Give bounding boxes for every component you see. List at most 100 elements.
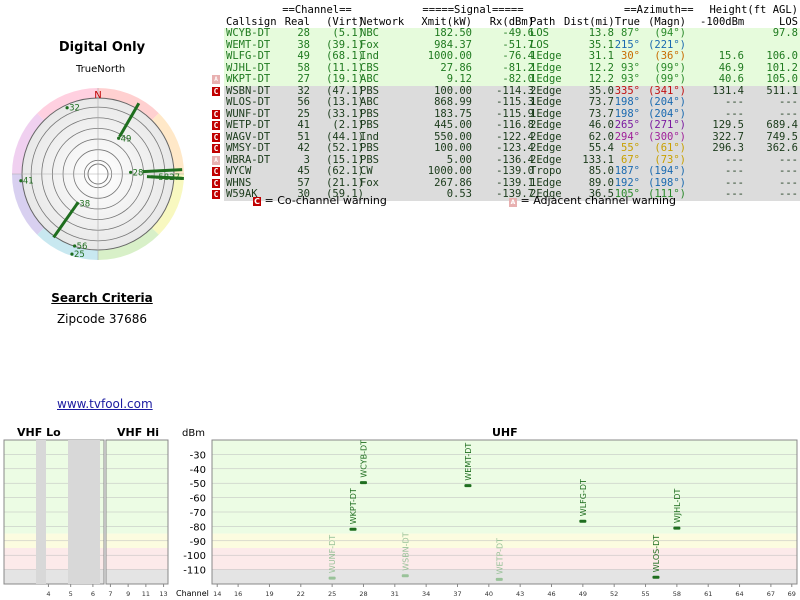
x-tick-label: 69 <box>788 590 796 598</box>
cell-rx: -76.4 <box>502 50 534 62</box>
station-callsign-label: WLFG-DT <box>579 479 588 516</box>
station-callsign-label: WLOS-DT <box>652 535 661 573</box>
x-tick-label: 34 <box>422 590 430 598</box>
cell-h100: 296.3 <box>712 142 744 154</box>
y-tick-label: -40 <box>190 465 206 476</box>
azimuth-group-header: ==Azimuth== <box>624 4 694 16</box>
x-tick-label: 22 <box>297 590 305 598</box>
co-channel-flag-icon: C <box>212 167 220 176</box>
cell-network: PBS <box>360 142 379 154</box>
zipcode-text: Zipcode 37686 <box>56 312 148 326</box>
cell-dist: 85.0 <box>588 165 614 177</box>
north-letter: N <box>94 90 101 101</box>
search-criteria-title: Search Criteria <box>51 291 153 305</box>
cell-real: 41 <box>297 119 310 131</box>
cell-los: --- <box>779 165 798 177</box>
cell-rx: -139.0 <box>496 165 534 177</box>
station-table: ==Channel== =====Signal===== ==Azimuth== He… <box>200 4 800 201</box>
cell-true: 30° <box>621 50 640 62</box>
station-callsign-label: WETP-DT <box>495 538 504 575</box>
signal-zone-none <box>106 569 168 584</box>
table-row: C WMSY-DT 42 (52.1) PBS 100.00 -123.4 2Edge 55.4… <box>200 142 800 155</box>
x-tick-label: 43 <box>516 590 524 598</box>
signal-zone-weak <box>106 548 168 570</box>
table-row: WLFG-DT 49 (68.1) Ind 1000.00 -76.4 1Edge 31.1 3… <box>200 50 800 63</box>
cell-magn: (271°) <box>648 119 686 131</box>
co-channel-flag-icon: C <box>212 144 220 153</box>
cell-real: 27 <box>297 73 310 85</box>
cell-real: 28 <box>297 27 310 39</box>
cell-xmit: 100.00 <box>434 142 472 154</box>
cell-virt: (68.1) <box>326 50 364 62</box>
station-signal-bar <box>464 484 472 488</box>
cell-dist: 12.2 <box>588 73 614 85</box>
vhf-lo-label: VHF Lo <box>17 426 61 439</box>
cell-los: --- <box>779 188 798 200</box>
y-tick-label: -70 <box>190 508 206 519</box>
cell-xmit: 0.53 <box>446 188 472 200</box>
station-signal-bar <box>673 526 681 530</box>
x-tick-label: 46 <box>547 590 555 598</box>
x-tick-label: 13 <box>159 590 167 598</box>
x-tick-label: 40 <box>485 590 493 598</box>
cell-true: 265° <box>614 119 640 131</box>
co-channel-legend: C = Co-channel warning <box>253 194 387 207</box>
station-channel-label: 32 <box>69 104 80 114</box>
cell-xmit: 182.50 <box>434 27 472 39</box>
cell-network: ABC <box>360 73 379 85</box>
fm-gap-shade <box>36 440 46 584</box>
signal-group-header: =====Signal===== <box>422 4 524 16</box>
fm-band-shade <box>68 440 100 584</box>
x-tick-label: 7 <box>108 590 112 598</box>
cell-real: 45 <box>297 165 310 177</box>
cell-magn: (61°) <box>654 142 686 154</box>
x-tick-label: 25 <box>328 590 336 598</box>
co-channel-flag-icon: C <box>212 86 220 96</box>
station-channel-label: 49 <box>121 134 132 144</box>
cell-h100: 15.6 <box>718 50 744 62</box>
cell-xmit: 1000.00 <box>427 50 472 62</box>
table-row: C WETP-DT 41 (2.1) PBS 445.00 -116.8 2Edge 46.0 2… <box>200 119 800 132</box>
cell-xmit: 445.00 <box>434 119 472 131</box>
x-tick-label: 61 <box>704 590 712 598</box>
cell-dist: 13.8 <box>588 27 614 39</box>
cell-real: 49 <box>297 50 310 62</box>
cell-true: 93° <box>621 73 640 85</box>
cell-los: --- <box>779 96 798 108</box>
cell-network: PBS <box>360 119 379 131</box>
x-tick-label: 58 <box>673 590 681 598</box>
y-tick-label: -90 <box>190 537 206 548</box>
cell-rx: -49.6 <box>502 27 534 39</box>
tvfool-link[interactable]: www.tvfool.com <box>57 397 153 411</box>
cell-h100: --- <box>725 165 744 177</box>
table-row: WEMT-DT 38 (39.1) Fox 984.37 -51.7 LOS 35.1 215°… <box>200 39 800 51</box>
column-header-h100: -100dBm <box>700 16 745 28</box>
cell-true: 198° <box>614 96 640 108</box>
y-tick-label: -30 <box>190 450 206 461</box>
co-channel-flag-icon: C <box>212 190 220 199</box>
cell-rx: -116.8 <box>496 119 534 131</box>
adjacent-channel-flag-icon: A <box>212 155 220 165</box>
cell-virt: (62.1) <box>326 165 364 177</box>
x-tick-label: 19 <box>265 590 273 598</box>
co-channel-legend-text: = Co-channel warning <box>264 194 387 207</box>
station-callsign-label: WUNF-DT <box>328 535 337 573</box>
cell-dist: 31.1 <box>588 50 614 62</box>
y-tick-label: -60 <box>190 494 206 505</box>
cell-rx: -82.0 <box>502 73 534 85</box>
station-signal-bar <box>495 577 503 581</box>
cell-dist: 46.0 <box>588 119 614 131</box>
cell-los: 362.6 <box>766 142 798 154</box>
cell-rx: -115.3 <box>496 96 534 108</box>
cell-virt: (52.1) <box>326 142 364 154</box>
cell-magn: (194°) <box>648 165 686 177</box>
station-channel-label: 28 <box>133 168 144 178</box>
cell-network: CW <box>360 165 373 177</box>
cell-h100: --- <box>725 96 744 108</box>
station-callsign-label: WSBN-DT <box>401 532 410 571</box>
x-tick-label: 67 <box>767 590 775 598</box>
table-row: WCYB-DT 28 (5.1) NBC 182.50 -49.6 LOS 13.8 87° (9… <box>200 27 800 40</box>
cell-magn: (99°) <box>654 73 686 85</box>
cell-los: 97.8 <box>772 27 798 39</box>
station-signal-bar <box>359 481 367 485</box>
